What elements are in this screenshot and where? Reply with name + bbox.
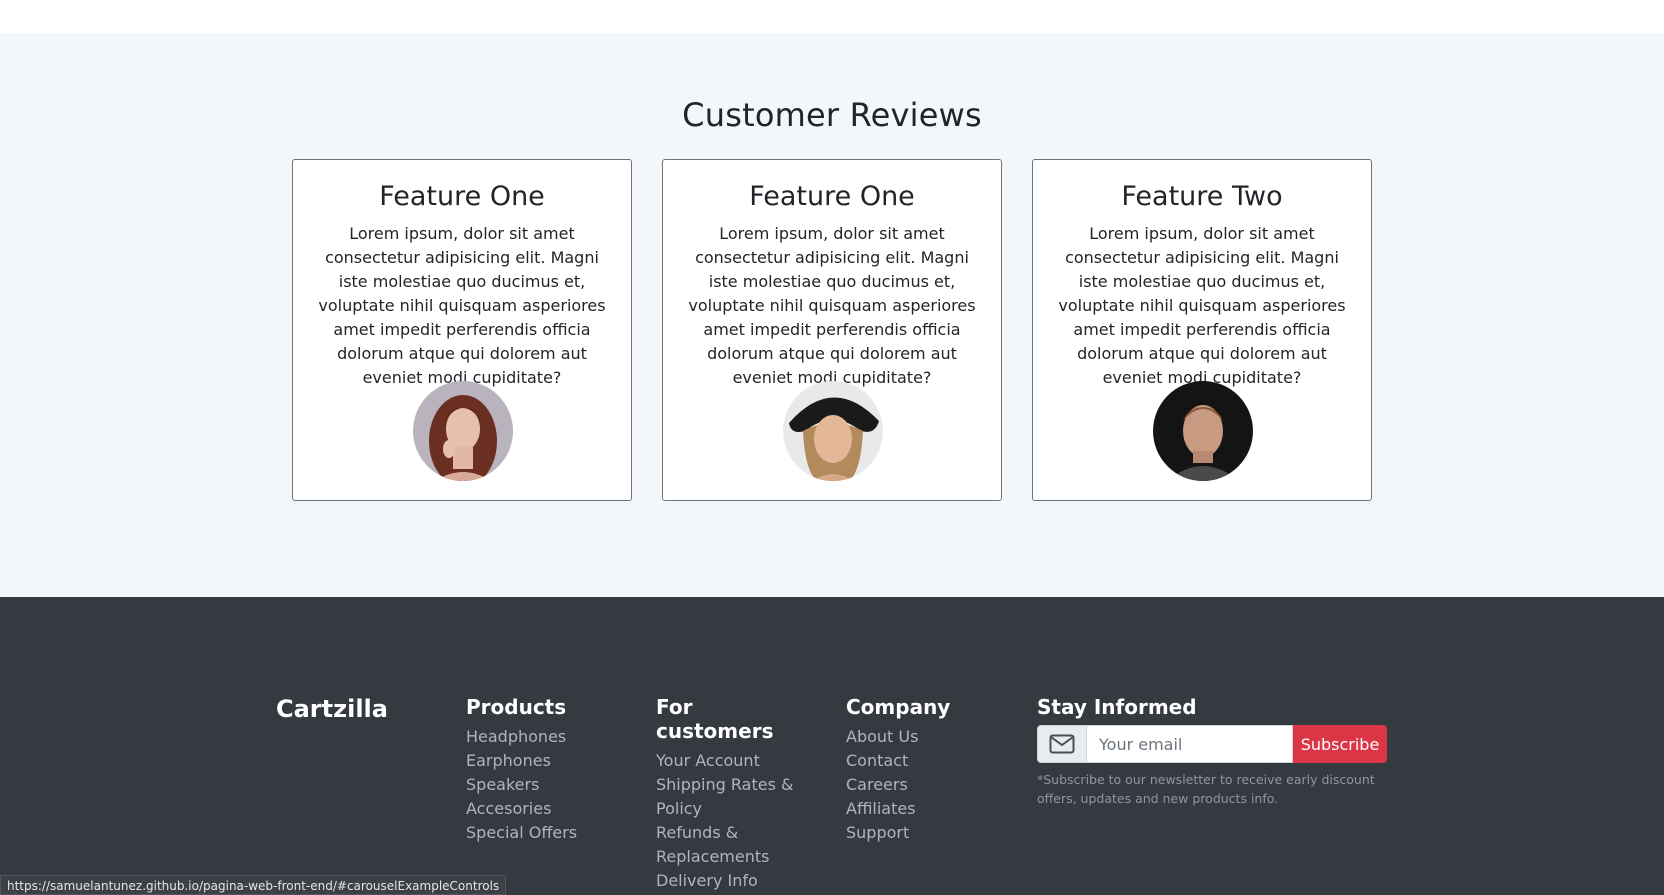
envelope-icon: [1037, 725, 1087, 763]
footer-column-title: Company: [846, 695, 951, 719]
subscribe-button[interactable]: Subscribe: [1293, 725, 1387, 763]
footer-link[interactable]: Speakers: [466, 773, 577, 797]
footer-link[interactable]: Shipping Rates & Policy: [656, 773, 796, 821]
review-card: Feature Two Lorem ipsum, dolor sit amet …: [1032, 159, 1372, 501]
footer-link[interactable]: About Us: [846, 725, 950, 749]
newsletter-title: Stay Informed: [1037, 695, 1197, 719]
footer-link[interactable]: Accesories: [466, 797, 577, 821]
footer-link[interactable]: Delivery Info: [656, 869, 796, 893]
avatar: [1153, 381, 1253, 481]
footer-link[interactable]: Affiliates: [846, 797, 950, 821]
review-card-text: Lorem ipsum, dolor sit amet consectetur …: [318, 224, 606, 387]
avatar: [413, 381, 513, 481]
newsletter: Stay Informed Subscribe *Subscribe to ou…: [1037, 695, 1387, 808]
footer-link[interactable]: Support: [846, 821, 950, 845]
top-strip: [0, 0, 1664, 33]
footer-link[interactable]: Careers: [846, 773, 950, 797]
footer-link[interactable]: Earphones: [466, 749, 577, 773]
footer-link[interactable]: Your Account: [656, 749, 796, 773]
footer-column-customers: For customers Your Account Shipping Rate…: [656, 695, 796, 893]
footer-link[interactable]: Refunds & Replacements: [656, 821, 796, 869]
footer-column-company: Company About Us Contact Careers Affilia…: [846, 695, 950, 845]
footer-link[interactable]: Special Offers: [466, 821, 577, 845]
review-card: Feature One Lorem ipsum, dolor sit amet …: [662, 159, 1002, 501]
footer-link[interactable]: Headphones: [466, 725, 577, 749]
avatar: [783, 381, 883, 481]
review-card-text: Lorem ipsum, dolor sit amet consectetur …: [688, 224, 976, 387]
site-footer: Cartzilla Products Headphones Earphones …: [0, 597, 1664, 895]
newsletter-note: *Subscribe to our newsletter to receive …: [1037, 772, 1375, 806]
email-input[interactable]: [1087, 725, 1293, 763]
review-card-title: Feature One: [749, 181, 915, 212]
reviews-title: Customer Reviews: [682, 96, 982, 134]
customer-reviews-section: Customer Reviews Feature One Lorem ipsum…: [0, 33, 1664, 597]
review-card: Feature One Lorem ipsum, dolor sit amet …: [292, 159, 632, 501]
footer-brand[interactable]: Cartzilla: [276, 695, 388, 723]
review-card-text: Lorem ipsum, dolor sit amet consectetur …: [1058, 224, 1346, 387]
footer-column-title: Products: [466, 695, 567, 719]
newsletter-input-group: Subscribe: [1037, 725, 1387, 763]
review-card-title: Feature Two: [1121, 181, 1283, 212]
review-card-title: Feature One: [379, 181, 545, 212]
footer-column-products: Products Headphones Earphones Speakers A…: [466, 695, 577, 845]
status-bar-url: https://samuelantunez.github.io/pagina-w…: [0, 875, 507, 895]
footer-column-title: For customers: [656, 695, 774, 743]
footer-link[interactable]: Contact: [846, 749, 950, 773]
